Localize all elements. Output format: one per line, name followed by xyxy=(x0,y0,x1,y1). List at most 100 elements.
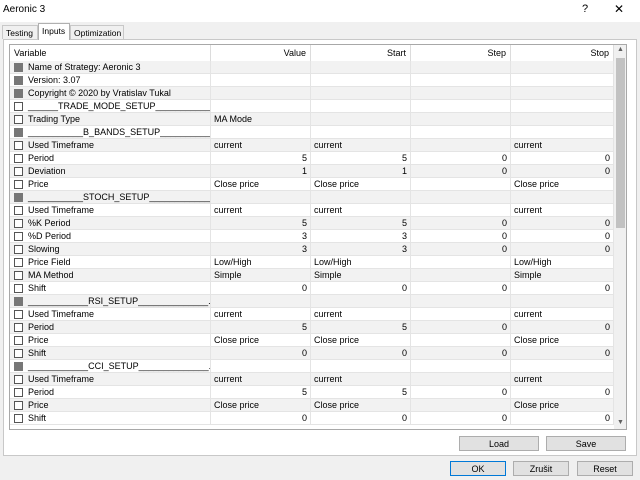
value-cell[interactable]: Simple xyxy=(211,269,311,281)
value-cell[interactable] xyxy=(211,191,311,203)
reset-button[interactable]: Reset xyxy=(577,461,633,476)
start-cell[interactable] xyxy=(311,74,411,86)
optimize-checkbox[interactable] xyxy=(14,76,23,85)
optimize-checkbox[interactable] xyxy=(14,206,23,215)
step-cell[interactable] xyxy=(411,373,511,385)
table-row[interactable]: Shift 0 0 0 0 xyxy=(10,412,614,425)
start-cell[interactable]: 5 xyxy=(311,152,411,164)
table-row[interactable]: %K Period 5 5 0 0 xyxy=(10,217,614,230)
start-cell[interactable]: Simple xyxy=(311,269,411,281)
step-cell[interactable] xyxy=(411,308,511,320)
table-row[interactable]: Price Close price Close price Close price xyxy=(10,178,614,191)
table-row[interactable]: Price Field Low/High Low/High Low/High xyxy=(10,256,614,269)
table-row[interactable]: ___________B_BANDS_SETUP____________... xyxy=(10,126,614,139)
optimize-checkbox[interactable] xyxy=(14,63,23,72)
value-cell[interactable]: MA Mode xyxy=(211,113,311,125)
optimize-checkbox[interactable] xyxy=(14,297,23,306)
table-row[interactable]: Version: 3.07 xyxy=(10,74,614,87)
start-cell[interactable]: 3 xyxy=(311,230,411,242)
table-row[interactable]: Copyright © 2020 by Vratislav Tukal xyxy=(10,87,614,100)
value-cell[interactable]: 0 xyxy=(211,282,311,294)
value-cell[interactable]: 3 xyxy=(211,230,311,242)
step-cell[interactable]: 0 xyxy=(411,412,511,424)
step-cell[interactable] xyxy=(411,87,511,99)
optimize-checkbox[interactable] xyxy=(14,180,23,189)
value-cell[interactable]: current xyxy=(211,373,311,385)
stop-cell[interactable] xyxy=(511,100,614,112)
column-header-variable[interactable]: Variable xyxy=(10,45,211,61)
stop-cell[interactable]: Close price xyxy=(511,399,614,411)
start-cell[interactable]: current xyxy=(311,308,411,320)
step-cell[interactable] xyxy=(411,139,511,151)
step-cell[interactable]: 0 xyxy=(411,386,511,398)
table-row[interactable]: Deviation 1 1 0 0 xyxy=(10,165,614,178)
optimize-checkbox[interactable] xyxy=(14,128,23,137)
start-cell[interactable] xyxy=(311,113,411,125)
value-cell[interactable]: 5 xyxy=(211,217,311,229)
value-cell[interactable]: current xyxy=(211,139,311,151)
start-cell[interactable] xyxy=(311,295,411,307)
start-cell[interactable] xyxy=(311,61,411,73)
stop-cell[interactable] xyxy=(511,74,614,86)
start-cell[interactable]: 0 xyxy=(311,347,411,359)
value-cell[interactable]: 5 xyxy=(211,152,311,164)
value-cell[interactable]: 5 xyxy=(211,386,311,398)
stop-cell[interactable]: 0 xyxy=(511,230,614,242)
optimize-checkbox[interactable] xyxy=(14,336,23,345)
table-row[interactable]: Shift 0 0 0 0 xyxy=(10,347,614,360)
step-cell[interactable]: 0 xyxy=(411,217,511,229)
value-cell[interactable]: Close price xyxy=(211,334,311,346)
optimize-checkbox[interactable] xyxy=(14,89,23,98)
step-cell[interactable]: 0 xyxy=(411,282,511,294)
value-cell[interactable]: current xyxy=(211,308,311,320)
start-cell[interactable]: 5 xyxy=(311,321,411,333)
step-cell[interactable] xyxy=(411,191,511,203)
optimize-checkbox[interactable] xyxy=(14,271,23,280)
step-cell[interactable] xyxy=(411,178,511,190)
start-cell[interactable]: 0 xyxy=(311,282,411,294)
stop-cell[interactable] xyxy=(511,295,614,307)
value-cell[interactable] xyxy=(211,295,311,307)
start-cell[interactable]: 5 xyxy=(311,217,411,229)
optimize-checkbox[interactable] xyxy=(14,323,23,332)
value-cell[interactable] xyxy=(211,360,311,372)
start-cell[interactable]: current xyxy=(311,204,411,216)
optimize-checkbox[interactable] xyxy=(14,193,23,202)
optimize-checkbox[interactable] xyxy=(14,232,23,241)
tab-optimization[interactable]: Optimization xyxy=(70,25,124,39)
optimize-checkbox[interactable] xyxy=(14,284,23,293)
stop-cell[interactable]: 0 xyxy=(511,386,614,398)
value-cell[interactable] xyxy=(211,61,311,73)
step-cell[interactable]: 0 xyxy=(411,321,511,333)
table-row[interactable]: Price Close price Close price Close price xyxy=(10,334,614,347)
step-cell[interactable] xyxy=(411,269,511,281)
close-icon[interactable]: ✕ xyxy=(614,2,624,16)
table-row[interactable]: Shift 0 0 0 0 xyxy=(10,282,614,295)
start-cell[interactable] xyxy=(311,360,411,372)
value-cell[interactable]: current xyxy=(211,204,311,216)
step-cell[interactable]: 0 xyxy=(411,230,511,242)
step-cell[interactable] xyxy=(411,74,511,86)
table-row[interactable]: ______TRADE_MODE_SETUP____________... xyxy=(10,100,614,113)
stop-cell[interactable]: Close price xyxy=(511,334,614,346)
start-cell[interactable] xyxy=(311,126,411,138)
step-cell[interactable]: 0 xyxy=(411,243,511,255)
optimize-checkbox[interactable] xyxy=(14,102,23,111)
stop-cell[interactable]: 0 xyxy=(511,165,614,177)
step-cell[interactable] xyxy=(411,61,511,73)
optimize-checkbox[interactable] xyxy=(14,349,23,358)
stop-cell[interactable]: 0 xyxy=(511,347,614,359)
table-row[interactable]: Period 5 5 0 0 xyxy=(10,321,614,334)
start-cell[interactable]: Close price xyxy=(311,334,411,346)
tab-inputs[interactable]: Inputs xyxy=(38,23,70,40)
table-row[interactable]: ___________STOCH_SETUP______________... xyxy=(10,191,614,204)
step-cell[interactable] xyxy=(411,399,511,411)
optimize-checkbox[interactable] xyxy=(14,245,23,254)
cancel-button[interactable]: Zrušit xyxy=(513,461,569,476)
stop-cell[interactable]: 0 xyxy=(511,282,614,294)
value-cell[interactable]: 3 xyxy=(211,243,311,255)
value-cell[interactable]: Low/High xyxy=(211,256,311,268)
stop-cell[interactable]: current xyxy=(511,308,614,320)
start-cell[interactable]: 0 xyxy=(311,412,411,424)
start-cell[interactable]: 5 xyxy=(311,386,411,398)
